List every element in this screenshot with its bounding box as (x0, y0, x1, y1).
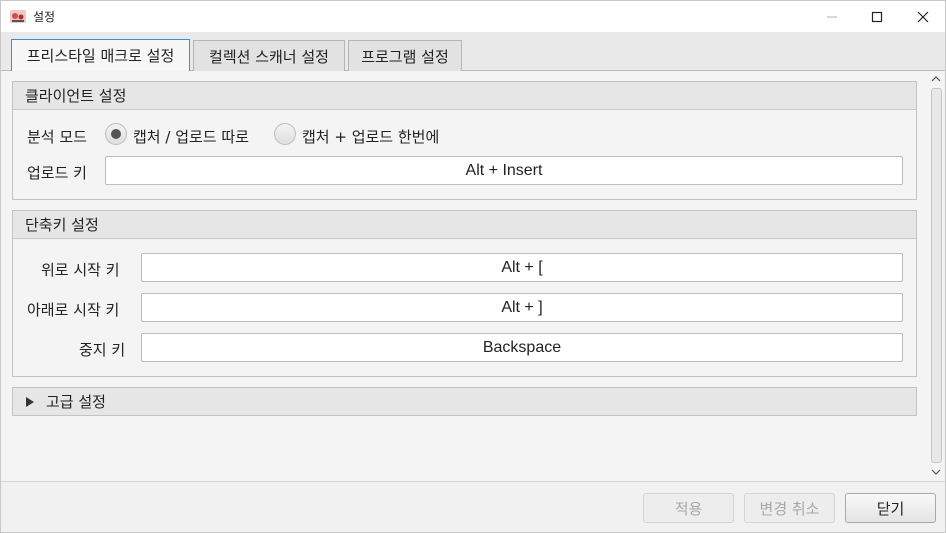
stop-key-label: 중지 키 (79, 341, 126, 359)
settings-window: 설정 프리스타일 매크로 설정 컬렉션 스캐너 설정 프로그램 설정 클라이언트… (0, 0, 946, 533)
radio-selected-dot (111, 129, 121, 139)
title-bar: 설정 (1, 1, 945, 32)
down-start-key-label: 아래로 시작 키 (27, 301, 120, 319)
tab-content: 클라이언트 설정 분석 모드 캡처 / 업로드 따로 캡처 + 업로드 한번에 … (2, 71, 944, 481)
tab-collection-scanner[interactable]: 컬렉션 스캐너 설정 (193, 40, 345, 71)
minimize-button[interactable] (809, 1, 855, 32)
window-title: 설정 (33, 10, 56, 24)
advanced-settings-toggle[interactable]: 고급 설정 (12, 387, 917, 416)
app-icon (10, 9, 26, 24)
minimize-icon (827, 16, 837, 17)
radio-label-separate[interactable]: 캡처 / 업로드 따로 (133, 126, 249, 147)
down-start-key-field[interactable]: Alt + ] (141, 293, 903, 322)
close-icon (917, 11, 929, 22)
close-button[interactable]: 닫기 (845, 493, 936, 523)
section-header: 클라이언트 설정 (13, 82, 916, 110)
section-header: 단축키 설정 (13, 211, 916, 239)
tab-strip: 프리스타일 매크로 설정 컬렉션 스캐너 설정 프로그램 설정 (1, 32, 945, 71)
radio-capture-upload-separate[interactable] (105, 123, 127, 145)
vertical-scrollbar[interactable] (928, 71, 944, 481)
scroll-up-icon[interactable] (931, 74, 941, 84)
bottom-button-bar: 적용 변경 취소 닫기 (1, 481, 945, 532)
up-start-key-field[interactable]: Alt + [ (141, 253, 903, 282)
expand-triangle-icon (26, 396, 34, 407)
maximize-icon (871, 11, 883, 22)
up-start-key-label: 위로 시작 키 (41, 261, 120, 279)
upload-key-field[interactable]: Alt + Insert (105, 156, 903, 185)
analysis-mode-label: 분석 모드 (27, 128, 87, 146)
close-window-button[interactable] (900, 1, 946, 32)
advanced-settings-label: 고급 설정 (46, 393, 106, 411)
maximize-button[interactable] (854, 1, 900, 32)
upload-key-label: 업로드 키 (27, 164, 87, 182)
stop-key-field[interactable]: Backspace (141, 333, 903, 362)
hotkey-settings-section: 단축키 설정 위로 시작 키 Alt + [ 아래로 시작 키 Alt + ] … (12, 210, 917, 377)
radio-capture-upload-once[interactable] (274, 123, 296, 145)
radio-label-once[interactable]: 캡처 + 업로드 한번에 (302, 126, 439, 147)
apply-button[interactable]: 적용 (643, 493, 734, 523)
client-settings-section: 클라이언트 설정 분석 모드 캡처 / 업로드 따로 캡처 + 업로드 한번에 … (12, 81, 917, 200)
tab-program-settings[interactable]: 프로그램 설정 (348, 40, 462, 71)
scroll-down-icon[interactable] (931, 467, 941, 477)
cancel-changes-button[interactable]: 변경 취소 (744, 493, 835, 523)
scrollbar-thumb[interactable] (931, 88, 942, 463)
tab-freestyle-macro[interactable]: 프리스타일 매크로 설정 (11, 39, 190, 71)
